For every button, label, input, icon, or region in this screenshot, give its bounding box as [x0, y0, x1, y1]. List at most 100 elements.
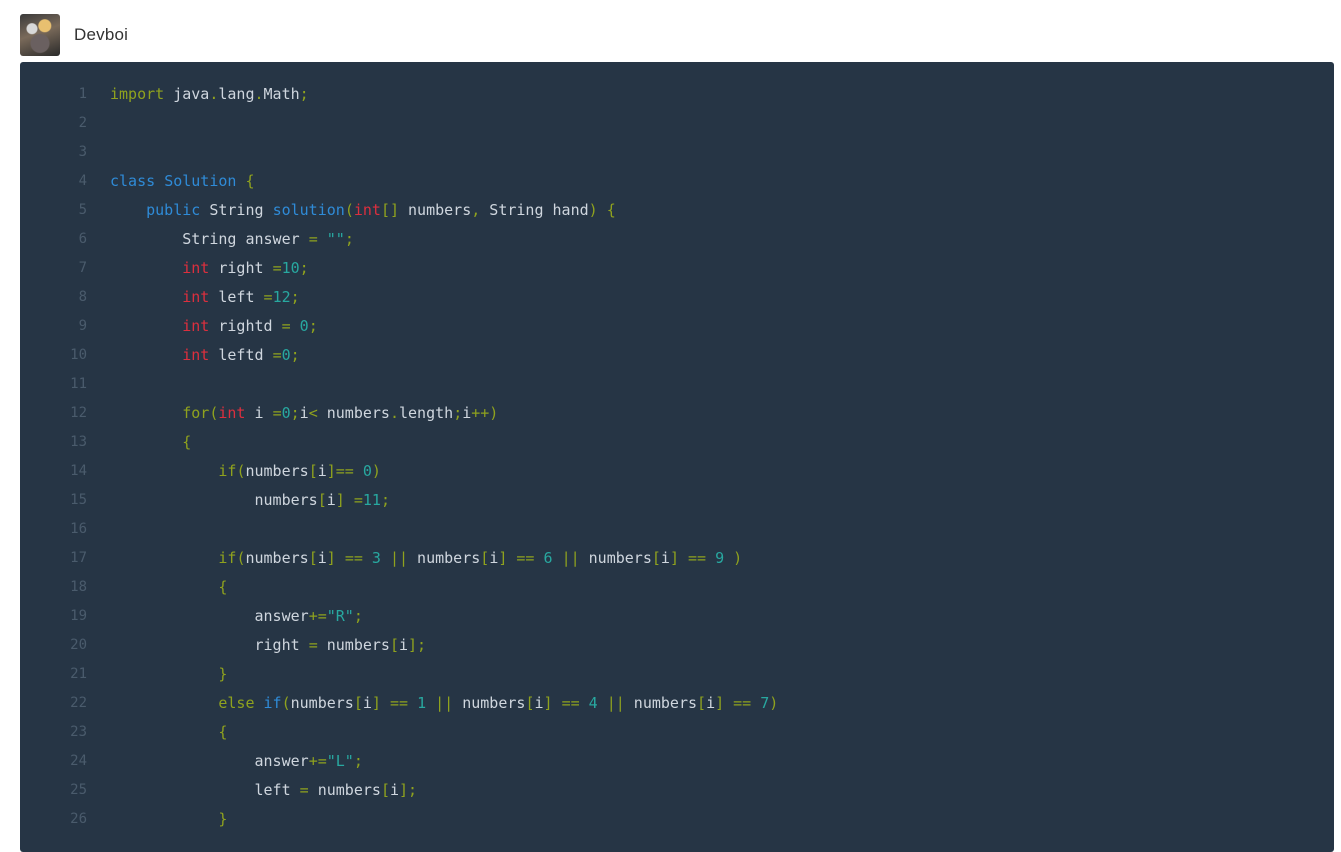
code-token: ++) [471, 404, 499, 422]
line-number: 23 [70, 724, 87, 740]
code-token: int [182, 259, 210, 277]
code-line: 2 [20, 109, 778, 138]
line-number: 12 [70, 405, 87, 421]
code-line: 14 if(numbers[i]== 0) [20, 457, 778, 486]
code-token: 7 [760, 694, 770, 712]
code-token: int [353, 201, 381, 219]
code-line: 24 answer+="L"; [20, 747, 778, 776]
line-number: 7 [78, 260, 87, 276]
code-token: = [299, 781, 309, 799]
code-token: i [534, 694, 544, 712]
line-number: 10 [70, 347, 87, 363]
line-source: int left =12; [87, 283, 299, 312]
code-token: = [272, 404, 282, 422]
code-line: 16 [20, 515, 778, 544]
code-token: ; [299, 259, 309, 277]
code-token: 0 [299, 317, 309, 335]
code-token: { [218, 578, 228, 596]
line-number: 15 [70, 492, 87, 508]
line-source: else if(numbers[i] == 1 || numbers[i] ==… [87, 689, 778, 718]
code-token: left [110, 781, 300, 799]
code-token: 0 [362, 462, 372, 480]
code-token: ] [335, 491, 345, 509]
code-line: 11 [20, 370, 778, 399]
code-token: "" [326, 230, 345, 248]
code-token: i [462, 404, 472, 422]
code-token: if [263, 694, 282, 712]
code-token: i [299, 404, 309, 422]
line-number: 16 [70, 521, 87, 537]
code-line: 10 int leftd =0; [20, 341, 778, 370]
code-line: 23 { [20, 718, 778, 747]
code-token: ; [380, 491, 390, 509]
code-token: ( [344, 201, 354, 219]
line-source: left = numbers[i]; [87, 776, 417, 805]
code-token: Math [263, 85, 300, 103]
code-token: lang [218, 85, 255, 103]
code-line: 7 int right =10; [20, 254, 778, 283]
code-line: 17 if(numbers[i] == 3 || numbers[i] == 6… [20, 544, 778, 573]
code-token: ) [769, 694, 779, 712]
code-token: left [209, 288, 264, 306]
code-token: == [733, 694, 752, 712]
code-token: [ [317, 491, 327, 509]
code-token: 9 [715, 549, 725, 567]
code-token: [ [308, 549, 318, 567]
code-token: 11 [362, 491, 381, 509]
code-line: 6 String answer = ""; [20, 225, 778, 254]
code-token: ; [353, 607, 363, 625]
code-block[interactable]: 1 import java.lang.Math; 2 3 4 class Solution… [20, 62, 1334, 852]
code-token: = [353, 491, 363, 509]
code-token: == [344, 549, 363, 567]
line-source: class Solution { [87, 167, 255, 196]
code-token: String [200, 201, 273, 219]
code-token: int [218, 404, 246, 422]
code-token: ; [290, 404, 300, 422]
code-token: numbers [308, 781, 381, 799]
line-source: { [87, 718, 227, 747]
code-token: int [182, 346, 210, 364]
code-token: "L" [326, 752, 354, 770]
line-source: numbers[i] =11; [87, 486, 390, 515]
code-token: i [489, 549, 499, 567]
code-token: answer [110, 752, 309, 770]
post-header: Devboi [20, 14, 128, 56]
code-token: ] [326, 549, 336, 567]
code-token: [ [308, 462, 318, 480]
line-number: 20 [70, 637, 87, 653]
code-token: else [218, 694, 255, 712]
code-token: i [317, 462, 327, 480]
code-line: 12 for(int i =0;i< numbers.length;i++) [20, 399, 778, 428]
line-number: 22 [70, 695, 87, 711]
code-line: 5 public String solution(int[] numbers, … [20, 196, 778, 225]
code-token: ]; [408, 636, 427, 654]
line-number: 24 [70, 753, 87, 769]
code-token: length [399, 404, 454, 422]
line-source [87, 370, 110, 399]
code-token: ) [371, 462, 381, 480]
code-token: 12 [272, 288, 291, 306]
line-source: right = numbers[i]; [87, 631, 426, 660]
author-name[interactable]: Devboi [74, 25, 128, 45]
code-token: [ [353, 694, 363, 712]
code-token: += [308, 607, 327, 625]
code-token: rightd [209, 317, 282, 335]
avatar[interactable] [20, 14, 60, 56]
code-token: ] [371, 694, 381, 712]
code-token: String hand [480, 201, 589, 219]
code-line: 3 [20, 138, 778, 167]
line-source: } [87, 660, 227, 689]
